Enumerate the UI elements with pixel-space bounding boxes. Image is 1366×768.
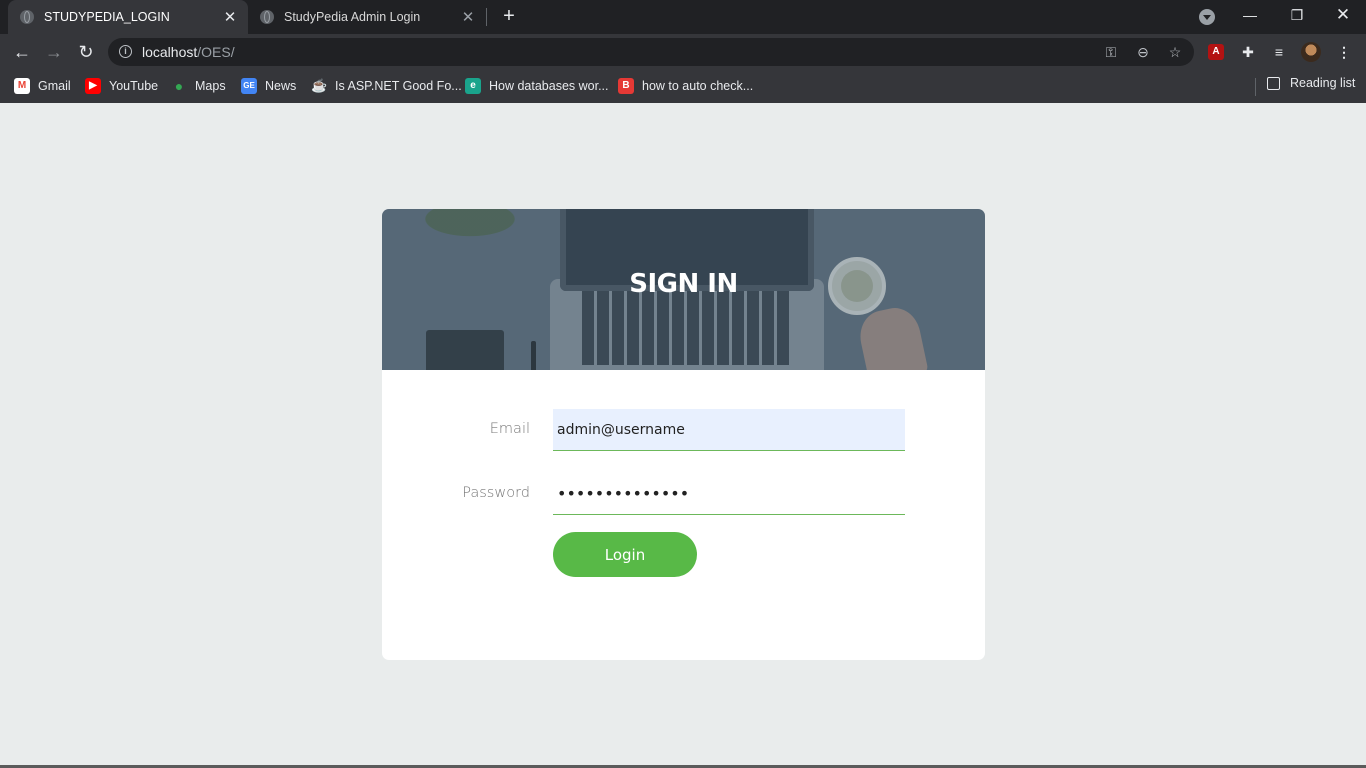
tab-title: StudyPedia Admin Login	[284, 10, 421, 24]
close-tab-icon[interactable]: ✕	[220, 8, 240, 26]
bookmark-databases[interactable]: e How databases wor...	[465, 76, 609, 96]
bookmark-asp-net[interactable]: ☕ Is ASP.NET Good Fo...	[311, 76, 462, 96]
bookmark-auto-check[interactable]: B how to auto check...	[618, 76, 753, 96]
educative-icon: e	[465, 78, 481, 94]
bookmark-label: YouTube	[109, 79, 159, 93]
login-card: SIGN IN Email Password Login	[382, 209, 985, 660]
bookmark-label: Gmail	[38, 79, 71, 93]
bookmark-label: Maps	[195, 79, 226, 93]
cup-icon: ☕	[311, 78, 328, 93]
new-tab-button[interactable]: +	[498, 5, 520, 27]
close-tab-icon[interactable]: ✕	[458, 8, 478, 26]
address-bar[interactable]: i localhost/OES/ ⚿ ⊖ ☆	[108, 38, 1194, 66]
pdf-extension-icon[interactable]: A	[1208, 44, 1224, 60]
globe-icon	[20, 10, 34, 24]
close-window-button[interactable]: ✕	[1333, 6, 1353, 24]
tab-studypedia-admin-login[interactable]: StudyPedia Admin Login ✕	[248, 0, 486, 34]
browser-toolbar: ← → ↻ i localhost/OES/ ⚿ ⊖ ☆ A ✚ ≡ ⋮	[0, 34, 1366, 70]
password-field[interactable]	[553, 473, 905, 515]
bookmark-maps[interactable]: ● Maps	[171, 76, 226, 96]
reading-list-button[interactable]: Reading list	[1267, 76, 1355, 90]
extensions-icon[interactable]: ✚	[1238, 42, 1258, 62]
email-field[interactable]	[553, 409, 905, 451]
bookmarks-divider	[1255, 78, 1256, 96]
url-host: localhost	[142, 44, 198, 60]
sign-in-banner: SIGN IN	[382, 209, 985, 370]
bookmark-gmail[interactable]: M Gmail	[14, 76, 71, 96]
youtube-icon: ▶	[85, 78, 101, 94]
tab-title: STUDYPEDIA_LOGIN	[44, 10, 170, 24]
menu-icon[interactable]: ⋮	[1334, 42, 1354, 62]
restore-button[interactable]: ❐	[1287, 6, 1307, 24]
site-info-icon[interactable]: i	[119, 45, 132, 58]
bookmark-label: how to auto check...	[642, 79, 754, 93]
zoom-icon[interactable]: ⊖	[1134, 43, 1152, 61]
bookmark-label: Is ASP.NET Good Fo...	[335, 79, 462, 93]
tab-studypedia-login[interactable]: STUDYPEDIA_LOGIN ✕	[8, 0, 248, 34]
bookmark-youtube[interactable]: ▶ YouTube	[85, 76, 158, 96]
forward-button[interactable]: →	[43, 41, 65, 63]
bookmarks-bar: M Gmail ▶ YouTube ● Maps GE News ☕ Is AS…	[0, 70, 1366, 103]
login-button[interactable]: Login	[553, 532, 697, 577]
globe-icon	[260, 10, 274, 24]
email-label: Email	[489, 421, 530, 437]
bookmark-star-icon[interactable]: ☆	[1166, 43, 1184, 61]
password-label: Password	[462, 485, 530, 501]
news-icon: GE	[241, 78, 257, 94]
media-control-icon[interactable]: ≡	[1269, 42, 1289, 62]
profile-avatar[interactable]	[1301, 42, 1321, 62]
gmail-icon: M	[14, 78, 30, 94]
reading-list-label: Reading list	[1290, 76, 1356, 90]
minimize-button[interactable]: —	[1240, 6, 1260, 24]
url-text[interactable]: localhost/OES/	[142, 44, 235, 60]
bookmark-label: News	[265, 79, 297, 93]
bookmark-news[interactable]: GE News	[241, 76, 296, 96]
tab-search-icon[interactable]	[1199, 9, 1215, 25]
b-icon: B	[618, 78, 634, 94]
tab-strip: STUDYPEDIA_LOGIN ✕ StudyPedia Admin Logi…	[0, 0, 1366, 34]
bookmark-label: How databases wor...	[489, 79, 609, 93]
maps-icon: ●	[174, 78, 184, 94]
url-path: /OES/	[197, 44, 235, 60]
back-button[interactable]: ←	[11, 41, 33, 63]
key-icon[interactable]: ⚿	[1102, 43, 1120, 61]
reading-list-icon	[1267, 76, 1280, 90]
tab-divider	[486, 8, 487, 26]
reload-button[interactable]: ↻	[75, 41, 97, 63]
sign-in-title: SIGN IN	[629, 269, 738, 299]
